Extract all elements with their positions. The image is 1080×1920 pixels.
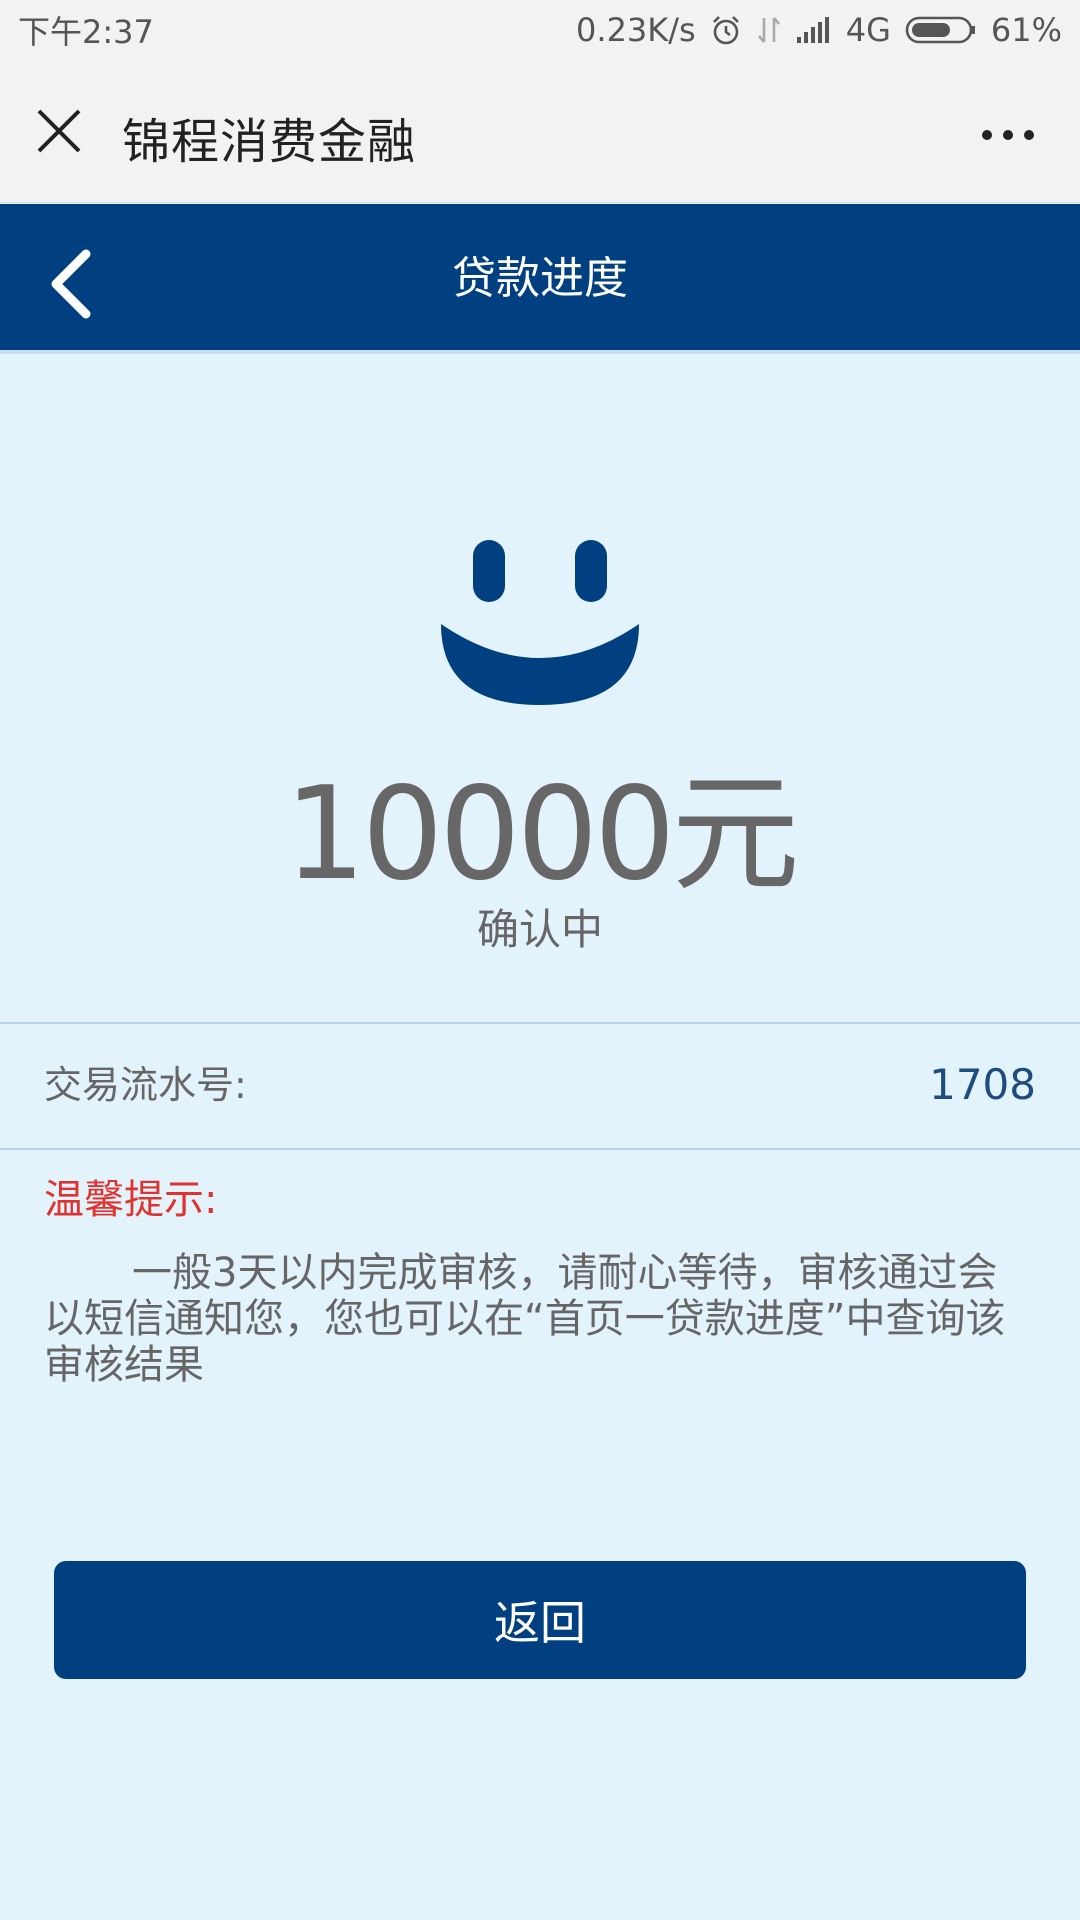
battery-icon <box>905 16 975 44</box>
tip-body: 一般3天以内完成审核，请耐心等待，审核通过会以短信通知您，您也可以在“首页一贷款… <box>44 1250 1006 1388</box>
status-bar: 下午2:37 0.23K/s 4G 61% <box>0 0 1080 60</box>
battery-level: 61% <box>990 11 1062 49</box>
app-title-bar: 锦程消费金融 <box>0 60 1080 203</box>
close-icon[interactable] <box>36 108 82 154</box>
app-title: 锦程消费金融 <box>122 114 417 170</box>
alarm-icon <box>712 16 739 45</box>
signal-icon <box>796 17 829 43</box>
loan-status: 确认中 <box>476 905 603 954</box>
transaction-label: 交易流水号: <box>44 1063 247 1107</box>
page-title: 贷款进度 <box>452 253 628 304</box>
status-time: 下午2:37 <box>18 13 154 51</box>
transaction-number: 1708 <box>929 1060 1036 1109</box>
more-icon[interactable] <box>980 128 1036 142</box>
smiley-icon <box>441 540 639 705</box>
net-speed: 0.23K/s <box>576 11 696 49</box>
tip-title: 温馨提示: <box>44 1177 218 1223</box>
network-type: 4G <box>845 11 891 49</box>
data-transfer-icon <box>757 17 780 43</box>
page-header: 贷款进度 <box>0 204 1080 354</box>
return-button[interactable]: 返回 <box>54 1561 1026 1679</box>
divider <box>0 1148 1080 1150</box>
back-chevron-icon[interactable] <box>46 248 96 320</box>
status-indicators: 0.23K/s 4G 61% <box>576 11 1062 49</box>
divider <box>0 1022 1080 1024</box>
loan-amount: 10000元 <box>284 760 799 909</box>
